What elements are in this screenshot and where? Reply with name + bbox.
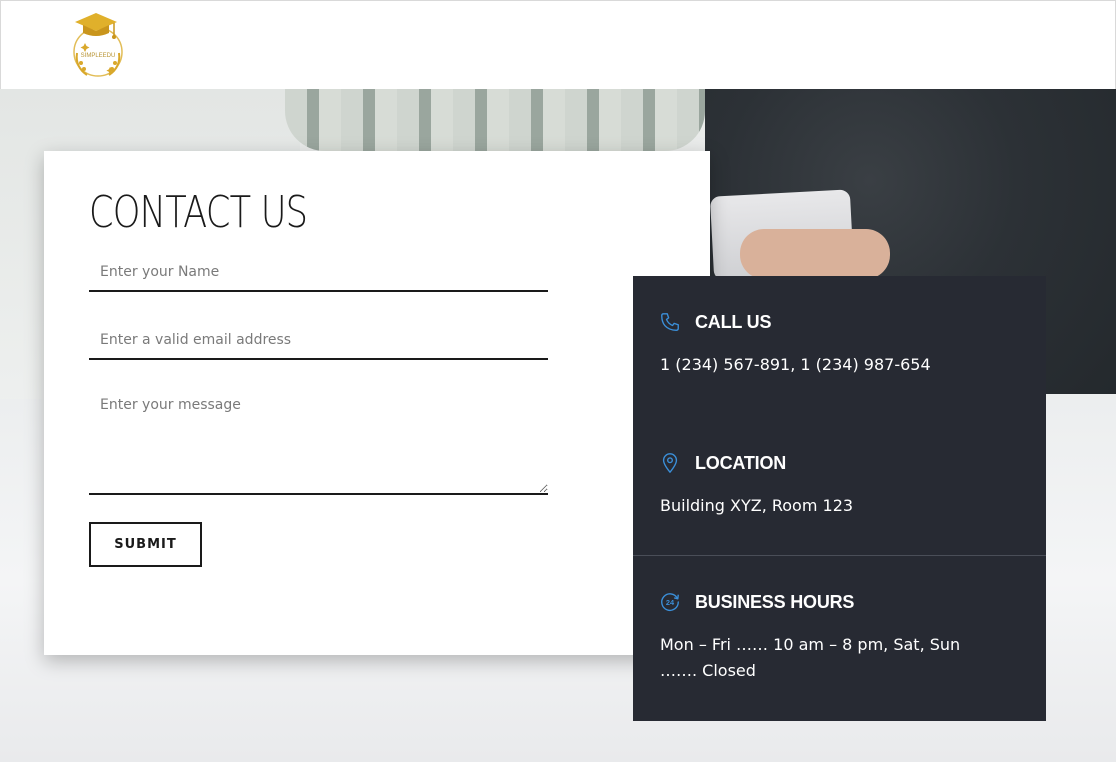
business-hours-heading: BUSINESS HOURS (695, 592, 855, 612)
logo[interactable]: SIMPLEEDU (65, 9, 131, 81)
name-input[interactable] (89, 253, 548, 292)
call-us-heading: CALL US (695, 312, 772, 332)
location-address: Building XYZ, Room 123 (660, 496, 854, 515)
location-heading: LOCATION (695, 453, 787, 473)
email-input[interactable] (89, 321, 548, 360)
submit-button[interactable]: SUBMIT (89, 522, 202, 567)
phone-icon (661, 313, 679, 331)
svg-text:24: 24 (666, 598, 675, 607)
business-hours-text: Mon – Fri …… 10 am – 8 pm, Sat, Sun ……. … (660, 635, 961, 680)
page-title: CONTACT US (89, 187, 308, 238)
business-hours-section: 24 BUSINESS HOURS Mon – Fri …… 10 am – 8… (633, 555, 1046, 680)
site-header: SIMPLEEDU (0, 0, 1116, 89)
message-textarea[interactable] (89, 389, 548, 495)
logo-text: SIMPLEEDU (81, 53, 116, 59)
contact-info-panel: CALL US 1 (234) 567-891, 1 (234) 987-654… (633, 276, 1046, 721)
contact-form-card: CONTACT US SUBMIT (44, 151, 710, 655)
call-us-phone-numbers: 1 (234) 567-891, 1 (234) 987-654 (660, 355, 931, 374)
location-pin-icon (662, 453, 678, 473)
background-hand (740, 229, 890, 279)
clock-24-icon: 24 (661, 593, 679, 612)
background-striped-shirt (285, 89, 705, 151)
graduation-cap-logo-icon: SIMPLEEDU (73, 13, 123, 77)
